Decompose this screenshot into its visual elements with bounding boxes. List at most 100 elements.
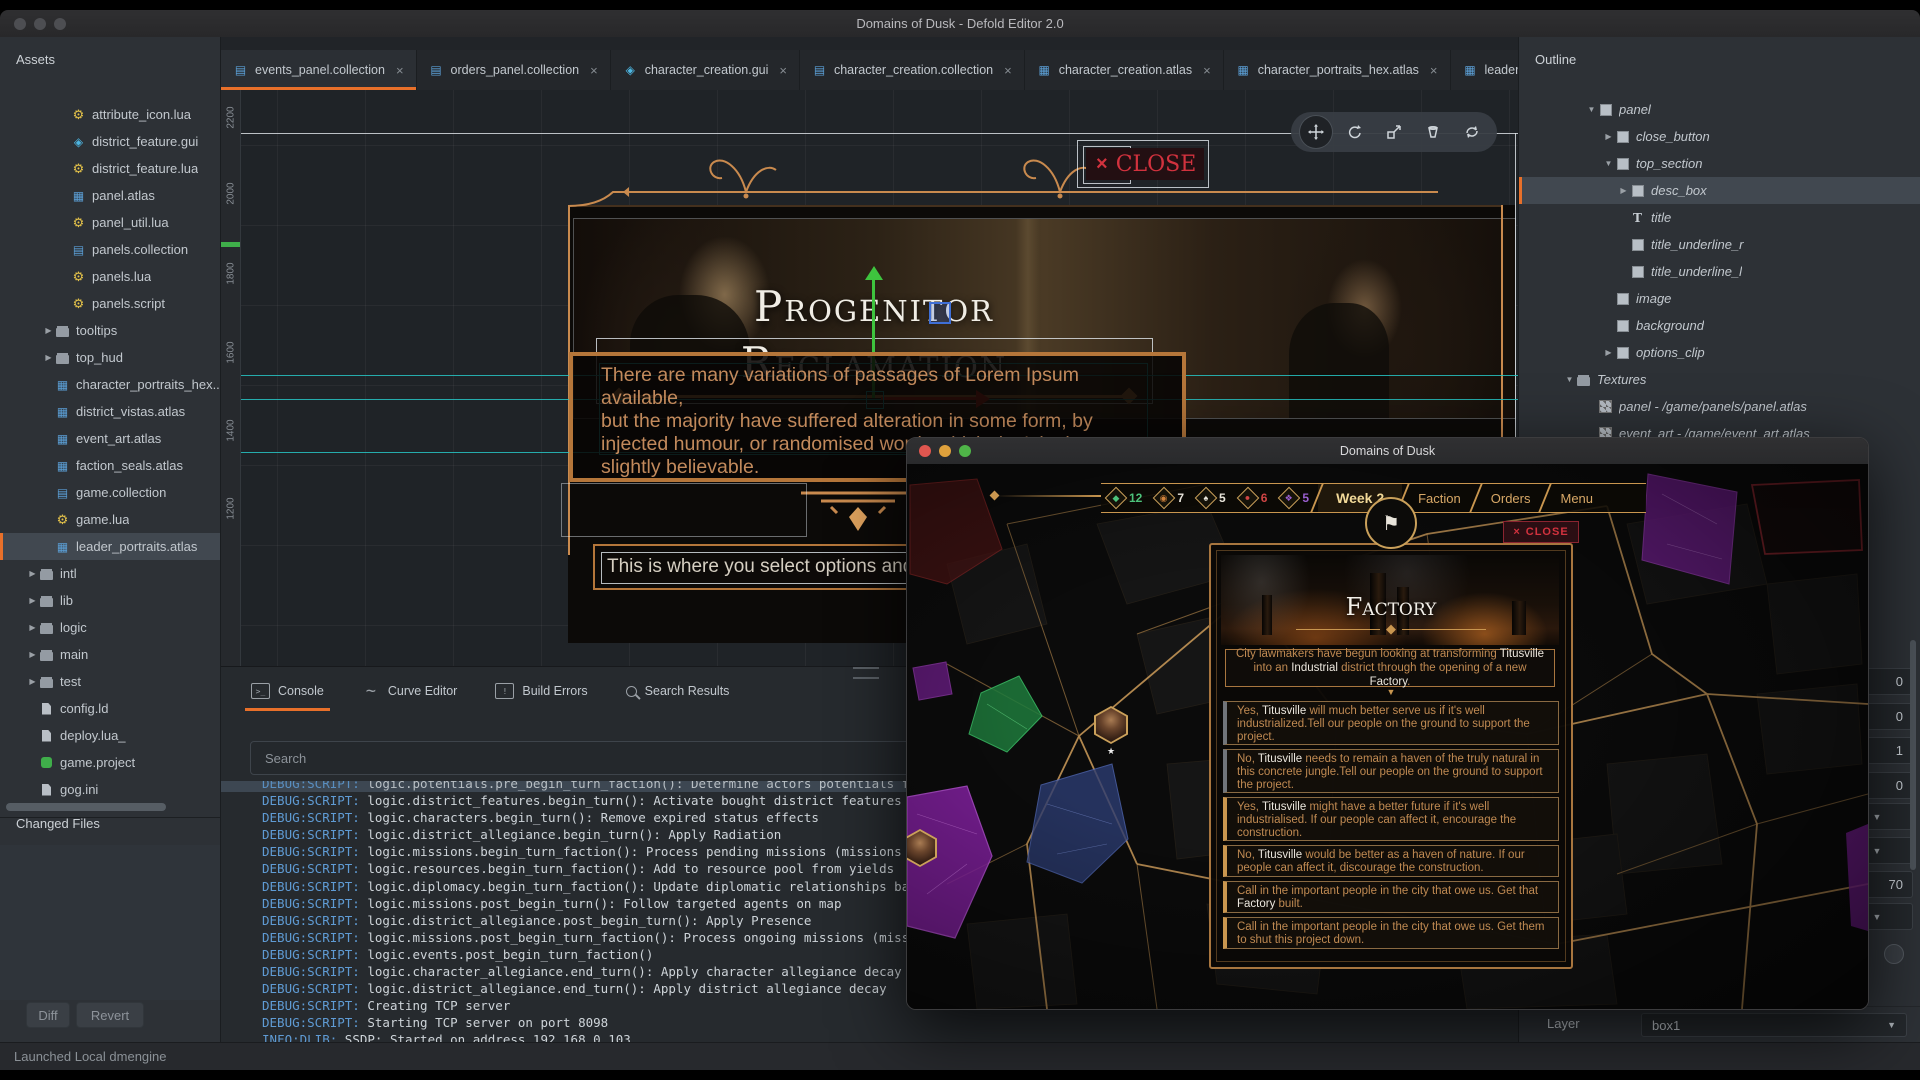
expand-arrow-icon[interactable]: ▼ [1563,375,1576,384]
outline-node[interactable]: image [1519,285,1920,312]
editor-tab[interactable]: character_creation.atlas × [1025,50,1224,90]
asset-item[interactable]: panels.script [0,290,220,317]
minimize-window-button[interactable] [939,445,951,457]
asset-item[interactable]: ▶ top_hud [0,344,220,371]
dialog-option-button[interactable]: No, Titusville would be better as a have… [1223,845,1559,877]
gizmo-plane-handle[interactable] [929,302,951,324]
asset-item[interactable]: panel.atlas [0,182,220,209]
editor-tab[interactable]: character_portraits_hex.atlas × [1224,50,1451,90]
asset-item[interactable]: ▶ intl [0,560,220,587]
close-window-button[interactable] [919,445,931,457]
tab-close-icon[interactable]: × [1004,63,1012,78]
tab-close-icon[interactable]: × [779,63,787,78]
asset-item[interactable]: deploy.lua_ [0,722,220,749]
editor-tab[interactable]: character_creation.collection × [800,50,1025,90]
asset-item[interactable]: ▶ lib [0,587,220,614]
asset-item[interactable]: game.lua [0,506,220,533]
maximize-window-button[interactable] [959,445,971,457]
window-controls[interactable] [14,18,66,30]
asset-item[interactable]: district_feature.gui [0,128,220,155]
asset-item[interactable]: gog.ini [0,776,220,802]
asset-item[interactable]: leader_portraits.atlas [0,533,220,560]
minimize-window-button[interactable] [34,18,46,30]
asset-item[interactable]: game.project [0,749,220,776]
asset-item[interactable]: district_feature.lua [0,155,220,182]
expand-arrow-icon[interactable]: ▶ [26,650,39,659]
tab-close-icon[interactable]: × [590,63,598,78]
frustum-tool-button[interactable] [1417,116,1449,148]
console-tab[interactable]: Search Results [626,675,730,707]
layer-dropdown[interactable]: box1 ▼ [1641,1013,1907,1037]
gizmo-y-arrowhead[interactable] [865,266,883,280]
editor-tab[interactable]: events_panel.collection × [221,50,417,90]
outline-node[interactable]: panel - /game/panels/panel.atlas [1519,393,1920,420]
expand-arrow-icon[interactable]: ▶ [42,353,55,362]
asset-item[interactable]: panels.lua [0,263,220,290]
revert-button[interactable]: Revert [76,1002,144,1028]
asset-item[interactable]: attribute_icon.lua [0,101,220,128]
maximize-window-button[interactable] [54,18,66,30]
asset-item[interactable]: config.ld [0,695,220,722]
close-window-button[interactable] [14,18,26,30]
expand-arrow-icon[interactable]: ▶ [26,569,39,578]
outline-node[interactable]: ▼ top_section [1519,150,1920,177]
asset-item[interactable]: ▶ main [0,641,220,668]
pane-resize-handle[interactable] [853,667,879,679]
expand-arrow-icon[interactable]: ▶ [1617,186,1630,195]
dialog-option-button[interactable]: Call in the important people in the city… [1223,881,1559,913]
asset-item[interactable]: faction_seals.atlas [0,452,220,479]
expand-arrow-icon[interactable]: ▶ [26,596,39,605]
move-tool-button[interactable] [1300,116,1332,148]
assets-horizontal-scrollbar[interactable] [6,803,166,811]
game-window-controls[interactable] [919,445,971,457]
properties-scrollbar[interactable] [1910,640,1916,870]
outline-node[interactable]: ▼ panel [1519,96,1920,123]
expand-arrow-icon[interactable]: ▶ [42,326,55,335]
outline-node[interactable]: title_underline_l [1519,258,1920,285]
diff-button[interactable]: Diff [26,1002,70,1028]
outline-node[interactable]: ▶ desc_box [1519,177,1920,204]
expand-arrow-icon[interactable]: ▼ [1602,159,1615,168]
expand-arrow-icon[interactable]: ▶ [26,623,39,632]
expand-arrow-icon[interactable]: ▶ [1602,348,1615,357]
editor-tab[interactable]: character_creation.gui × [611,50,800,90]
tab-close-icon[interactable]: × [1430,63,1438,78]
asset-item[interactable]: district_vistas.atlas [0,398,220,425]
console-tab[interactable]: >_ Console [251,675,324,707]
menu-button[interactable]: Menu [1546,484,1607,512]
game-window[interactable]: Domains of Dusk [906,437,1869,1010]
console-tab[interactable]: ~ Curve Editor [362,675,457,707]
expand-arrow-icon[interactable]: ▶ [26,677,39,686]
dialog-option-button[interactable]: Yes, Titusville might have a better futu… [1223,797,1559,841]
expand-arrow-icon[interactable]: ▼ [1585,105,1598,114]
rotate-tool-button[interactable] [1339,116,1371,148]
asset-item[interactable]: event_art.atlas [0,425,220,452]
tab-close-icon[interactable]: × [396,63,404,78]
asset-item[interactable]: panels.collection [0,236,220,263]
tab-close-icon[interactable]: × [1203,63,1211,78]
asset-item[interactable]: game.collection [0,479,220,506]
asset-item[interactable]: panel_util.lua [0,209,220,236]
console-tab[interactable]: ! Build Errors [495,675,587,707]
scale-tool-button[interactable] [1378,116,1410,148]
asset-item[interactable]: character_portraits_hex.. [0,371,220,398]
outline-node[interactable]: title_underline_r [1519,231,1920,258]
outline-node[interactable]: ▶ options_clip [1519,339,1920,366]
dialog-option-button[interactable]: Call in the important people in the city… [1223,917,1559,949]
expand-arrow-icon[interactable]: ▶ [1602,132,1615,141]
outline-node[interactable]: ▶ close_button [1519,123,1920,150]
asset-item[interactable]: ▶ logic [0,614,220,641]
refresh-tool-button[interactable] [1456,116,1488,148]
orders-menu-button[interactable]: Orders [1477,484,1545,512]
asset-item[interactable]: ▶ test [0,668,220,695]
editor-tab[interactable]: orders_panel.collection × [417,50,611,90]
dialog-option-button[interactable]: No, Titusville needs to remain a haven o… [1223,749,1559,793]
outline-node[interactable]: ▼ Textures [1519,366,1920,393]
dialog-close-button[interactable]: × CLOSE [1503,521,1579,543]
faction-menu-button[interactable]: Faction [1404,484,1475,512]
outline-node[interactable]: title [1519,204,1920,231]
dialog-option-button[interactable]: Yes, Titusville will much better serve u… [1223,701,1559,745]
outline-node[interactable]: background [1519,312,1920,339]
console-search-input[interactable] [250,741,930,775]
asset-item[interactable]: ▶ tooltips [0,317,220,344]
